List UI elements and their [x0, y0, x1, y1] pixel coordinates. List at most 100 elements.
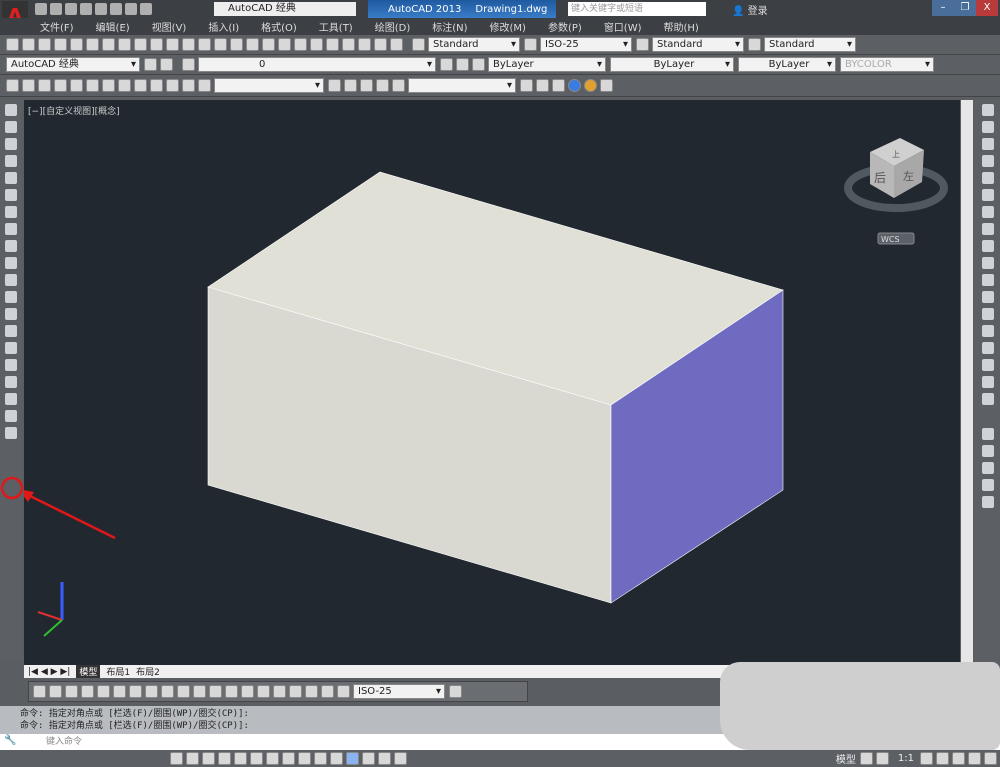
pan-icon[interactable] — [328, 79, 341, 92]
quick-view-icon[interactable] — [875, 752, 889, 765]
save-icon[interactable] — [38, 38, 51, 51]
explode-icon[interactable] — [981, 393, 994, 405]
orbit-icon[interactable] — [360, 79, 373, 92]
save-icon[interactable] — [65, 3, 77, 15]
gradient-icon[interactable] — [5, 359, 17, 371]
open-icon[interactable] — [50, 3, 62, 15]
3d-osnap-icon[interactable] — [266, 752, 279, 765]
annotation-visibility-icon[interactable] — [920, 752, 933, 765]
draworder-back-icon[interactable] — [981, 445, 994, 457]
menu-view[interactable]: 视图(V) — [152, 19, 187, 34]
model-space-button[interactable]: 模型 — [836, 751, 856, 766]
redo-icon[interactable] — [214, 38, 227, 51]
tab-layout2[interactable]: 布局2 — [136, 665, 160, 678]
login-button[interactable]: 👤 登录 — [732, 2, 768, 17]
menu-dimension[interactable]: 标注(N) — [432, 19, 467, 34]
zoom-window-icon[interactable] — [262, 38, 275, 51]
diameter-icon[interactable] — [129, 685, 142, 698]
ducs-icon[interactable] — [298, 752, 311, 765]
camera-icon[interactable] — [182, 79, 195, 92]
workspace-select[interactable]: AutoCAD 经典 — [6, 57, 140, 72]
new-icon[interactable] — [6, 38, 19, 51]
jogged-icon[interactable] — [113, 685, 126, 698]
join-icon[interactable] — [981, 325, 994, 337]
quickcalc-icon[interactable] — [374, 38, 387, 51]
cut-icon[interactable] — [118, 38, 131, 51]
dim-update-icon[interactable] — [337, 685, 350, 698]
layer-previous-icon[interactable] — [456, 58, 469, 71]
radius-icon[interactable] — [97, 685, 110, 698]
fillet-icon[interactable] — [981, 359, 994, 371]
revcloud-icon[interactable] — [5, 223, 17, 235]
dim-style-select[interactable]: ISO-25 — [353, 684, 445, 699]
break-point-icon[interactable] — [981, 291, 994, 303]
publish-icon[interactable] — [86, 38, 99, 51]
menu-tools[interactable]: 工具(T) — [319, 19, 353, 34]
sw-iso-icon[interactable] — [118, 79, 131, 92]
clean-screen-icon[interactable] — [984, 752, 997, 765]
table-icon[interactable] — [5, 393, 17, 405]
viewcube-face-top[interactable]: 上 — [892, 150, 900, 159]
draworder-front-icon[interactable] — [981, 428, 994, 440]
ucs-menu-label[interactable]: WCS — [881, 235, 900, 244]
layer-dropdown[interactable]: 0 — [198, 57, 436, 72]
text-style-dropdown[interactable]: Standard — [428, 37, 520, 52]
grid-icon[interactable] — [202, 752, 215, 765]
help-icon[interactable] — [390, 38, 403, 51]
copy-icon[interactable] — [134, 38, 147, 51]
multileader-style-dropdown[interactable]: Standard — [764, 37, 856, 52]
mtext-icon[interactable] — [5, 410, 17, 422]
point-icon[interactable] — [5, 325, 17, 337]
chamfer-icon[interactable] — [981, 342, 994, 354]
viewcube-face-back[interactable]: 后 — [874, 171, 886, 185]
dim-style-dropdown[interactable]: ISO-25 — [540, 37, 632, 52]
move-icon[interactable] — [981, 189, 994, 201]
menu-window[interactable]: 窗口(W) — [604, 19, 642, 34]
ordinate-icon[interactable] — [81, 685, 94, 698]
dim-style-manager-icon[interactable] — [449, 685, 462, 698]
add-selected-icon[interactable] — [5, 427, 17, 439]
minimize-button[interactable]: – — [932, 0, 954, 16]
ellipse-icon[interactable] — [5, 257, 17, 269]
view-dropdown[interactable] — [214, 78, 324, 93]
draworder-under-icon[interactable] — [981, 479, 994, 491]
dim-edit-icon[interactable] — [305, 685, 318, 698]
undo-icon[interactable] — [198, 38, 211, 51]
toolbar-lock-icon[interactable] — [952, 752, 965, 765]
undo-icon[interactable] — [125, 3, 137, 15]
annotation-monitor-icon[interactable] — [394, 752, 407, 765]
restore-button[interactable]: ❐ — [954, 0, 976, 16]
aligned-dim-icon[interactable] — [49, 685, 62, 698]
3d-print-icon[interactable] — [102, 38, 115, 51]
ellipse-arc-icon[interactable] — [5, 274, 17, 286]
transparency-icon[interactable] — [346, 752, 359, 765]
mirror-icon[interactable] — [981, 138, 994, 150]
drawing-viewport[interactable]: [−][自定义视图][概念] 后 左 上 WCS — [24, 100, 960, 665]
pan-icon[interactable] — [230, 38, 243, 51]
realistic-icon[interactable] — [568, 79, 581, 92]
match-properties-icon[interactable] — [166, 38, 179, 51]
zoom-realtime-icon[interactable] — [246, 38, 259, 51]
customize-wrench-icon[interactable]: 🔧 — [4, 735, 16, 746]
conceptual-icon[interactable] — [584, 79, 597, 92]
redo-icon[interactable] — [140, 3, 152, 15]
make-current-layer-icon[interactable] — [440, 58, 453, 71]
linetype-dropdown[interactable]: ByLayer — [610, 57, 734, 72]
menu-format[interactable]: 格式(O) — [261, 19, 297, 34]
fly-icon[interactable] — [392, 79, 405, 92]
vertical-scrollbar[interactable] — [961, 100, 973, 665]
erase-icon[interactable] — [981, 104, 994, 116]
polar-icon[interactable] — [234, 752, 247, 765]
arc-icon[interactable] — [5, 189, 17, 201]
quick-properties-icon[interactable] — [362, 752, 375, 765]
region-icon[interactable] — [5, 376, 17, 388]
workspace-switch-icon[interactable] — [936, 752, 949, 765]
viewcube[interactable]: 后 左 上 WCS — [844, 138, 948, 245]
polyline-icon[interactable] — [5, 138, 17, 150]
workspace-settings-icon[interactable] — [144, 58, 157, 71]
color-dropdown[interactable]: ByLayer — [488, 57, 606, 72]
preview-icon[interactable] — [70, 38, 83, 51]
annotation-scale[interactable]: 1:1 — [898, 753, 914, 764]
wireframe-2d-icon[interactable] — [536, 79, 549, 92]
selection-cycling-icon[interactable] — [378, 752, 391, 765]
